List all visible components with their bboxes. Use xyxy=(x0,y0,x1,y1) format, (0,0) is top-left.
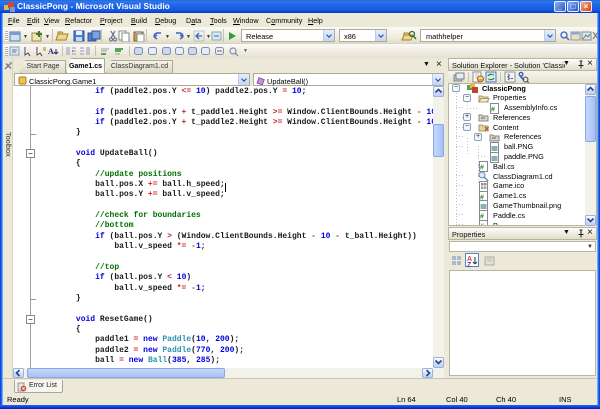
svg-text:Z: Z xyxy=(467,262,472,267)
svg-text:A: A xyxy=(48,47,54,56)
svg-text:#: # xyxy=(480,224,484,225)
